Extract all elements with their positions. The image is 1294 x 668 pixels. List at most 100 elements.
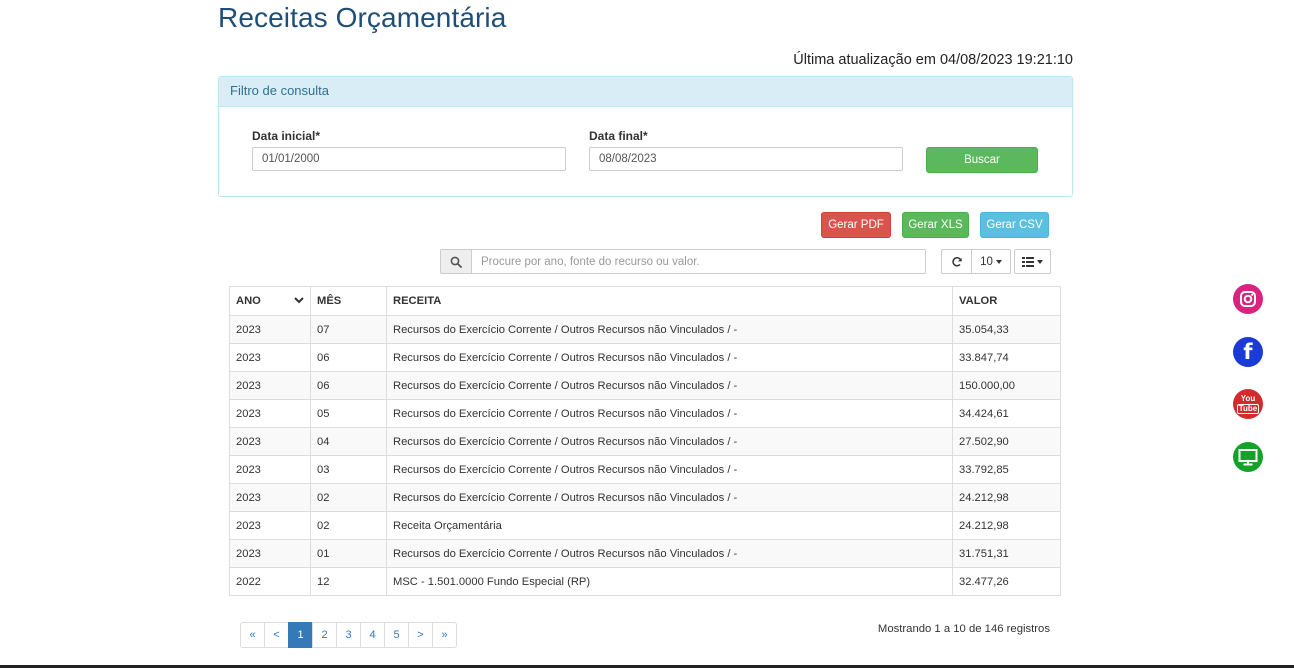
cell-ano: 2023 — [229, 539, 311, 568]
start-date-input[interactable] — [252, 147, 566, 171]
end-date-input[interactable] — [589, 147, 903, 171]
cell-receita: Recursos do Exercício Corrente / Outros … — [386, 539, 953, 568]
pagination-page-3[interactable]: 3 — [336, 622, 361, 648]
table-row: 2023 06 Recursos do Exercício Corrente / O… — [229, 371, 1061, 400]
cell-valor: 150.000,00 — [952, 371, 1061, 400]
column-header-valor[interactable]: VALOR — [952, 286, 1061, 316]
caret-down-icon — [995, 259, 1002, 264]
cell-ano: 2023 — [229, 483, 311, 512]
end-date-label: Data final* — [589, 129, 648, 143]
table-row: 2023 05 Recursos do Exercício Corrente / O… — [229, 399, 1061, 428]
youtube-icon: You Tube — [1236, 393, 1260, 414]
cell-valor: 24.212,98 — [952, 511, 1061, 540]
cell-receita: Receita Orçamentária — [386, 511, 953, 540]
table-row: 2023 04 Recursos do Exercício Corrente / O… — [229, 427, 1061, 456]
page-size-value: 10 — [980, 255, 993, 268]
cell-receita: Recursos do Exercício Corrente / Outros … — [386, 483, 953, 512]
cell-valor: 31.751,31 — [952, 539, 1061, 568]
cell-receita: Recursos do Exercício Corrente / Outros … — [386, 399, 953, 428]
export-pdf-button[interactable]: Gerar PDF — [821, 212, 891, 238]
cell-ano: 2023 — [229, 455, 311, 484]
cell-valor: 34.424,61 — [952, 399, 1061, 428]
cell-receita: Recursos do Exercício Corrente / Outros … — [386, 315, 953, 344]
pagination-last[interactable]: » — [432, 622, 457, 648]
instagram-link[interactable] — [1233, 284, 1263, 314]
cell-ano: 2023 — [229, 315, 311, 344]
cell-ano: 2022 — [229, 567, 311, 596]
cell-valor: 33.847,74 — [952, 343, 1061, 372]
cell-receita: Recursos do Exercício Corrente / Outros … — [386, 455, 953, 484]
cell-receita: Recursos do Exercício Corrente / Outros … — [386, 343, 953, 372]
search-button[interactable]: Buscar — [926, 147, 1038, 173]
table-row: 2022 12 MSC - 1.501.0000 Fundo Especial (R… — [229, 567, 1061, 596]
columns-list-icon — [1022, 256, 1034, 267]
filter-panel: Filtro de consulta Data inicial* Data fi… — [218, 76, 1073, 197]
pagination-page-1[interactable]: 1 — [288, 622, 313, 648]
table-row: 2023 03 Recursos do Exercício Corrente / O… — [229, 455, 1061, 484]
column-header-label: ANO — [236, 295, 261, 307]
table-search-group — [440, 249, 926, 274]
column-header-receita[interactable]: RECEITA — [386, 286, 953, 316]
youtube-icon-text-bottom: Tube — [1236, 403, 1260, 414]
pagination-prev[interactable]: < — [264, 622, 289, 648]
column-header-ano[interactable]: ANO — [229, 286, 311, 316]
cell-mes: 02 — [310, 511, 387, 540]
cell-mes: 07 — [310, 315, 387, 344]
table-row: 2023 07 Recursos do Exercício Corrente / O… — [229, 315, 1061, 344]
cell-mes: 06 — [310, 371, 387, 400]
cell-valor: 33.792,85 — [952, 455, 1061, 484]
cell-valor: 24.212,98 — [952, 483, 1061, 512]
table-row: 2023 02 Receita Orçamentária 24.212,98 — [229, 511, 1061, 540]
pagination: « < 1 2 3 4 5 > » — [240, 622, 457, 648]
pagination-page-5[interactable]: 5 — [384, 622, 409, 648]
table-row: 2023 02 Recursos do Exercício Corrente / O… — [229, 483, 1061, 512]
pagination-page-4[interactable]: 4 — [360, 622, 385, 648]
cell-receita: Recursos do Exercício Corrente / Outros … — [386, 371, 953, 400]
youtube-icon-text-top: You — [1240, 393, 1256, 403]
cell-ano: 2023 — [229, 511, 311, 540]
refresh-button[interactable] — [941, 249, 972, 274]
pagination-first[interactable]: « — [240, 622, 265, 648]
facebook-link[interactable]: f — [1233, 337, 1263, 367]
records-summary: Mostrando 1 a 10 de 146 registros — [877, 623, 1050, 635]
table-row: 2023 01 Recursos do Exercício Corrente / O… — [229, 539, 1061, 568]
pagination-page-2[interactable]: 2 — [312, 622, 337, 648]
cell-mes: 04 — [310, 427, 387, 456]
cell-valor: 35.054,33 — [952, 315, 1061, 344]
cell-valor: 27.502,90 — [952, 427, 1061, 456]
last-update-text: Última atualização em 04/08/2023 19:21:1… — [793, 52, 1073, 68]
caret-down-icon — [1037, 259, 1043, 264]
search-icon — [441, 250, 472, 273]
table-header-row: ANO MÊS RECEITA VALOR — [229, 286, 1061, 316]
chevron-down-icon — [294, 297, 304, 304]
page-size-dropdown[interactable]: 10 — [972, 249, 1011, 274]
table-toolbar: 10 — [941, 249, 1051, 274]
instagram-icon — [1240, 291, 1256, 307]
cell-ano: 2023 — [229, 399, 311, 428]
monitor-icon — [1238, 449, 1258, 466]
cell-receita: Recursos do Exercício Corrente / Outros … — [386, 427, 953, 456]
cell-mes: 06 — [310, 343, 387, 372]
youtube-link[interactable]: You Tube — [1233, 389, 1263, 419]
cell-ano: 2023 — [229, 371, 311, 400]
export-csv-button[interactable]: Gerar CSV — [980, 212, 1049, 238]
cell-mes: 01 — [310, 539, 387, 568]
monitor-link[interactable] — [1233, 442, 1263, 472]
cell-mes: 12 — [310, 567, 387, 596]
cell-valor: 32.477,26 — [952, 567, 1061, 596]
filter-panel-heading: Filtro de consulta — [219, 77, 1072, 107]
cell-mes: 05 — [310, 399, 387, 428]
export-xls-button[interactable]: Gerar XLS — [902, 212, 969, 238]
start-date-label: Data inicial* — [252, 129, 321, 143]
facebook-icon: f — [1243, 340, 1253, 364]
cell-ano: 2023 — [229, 343, 311, 372]
page-title: Receitas Orçamentária — [218, 2, 507, 33]
column-header-mes[interactable]: MÊS — [310, 286, 387, 316]
table-row: 2023 06 Recursos do Exercício Corrente / O… — [229, 343, 1061, 372]
cell-mes: 02 — [310, 483, 387, 512]
columns-dropdown[interactable] — [1014, 249, 1051, 274]
pagination-next[interactable]: > — [408, 622, 433, 648]
table-body: 2023 07 Recursos do Exercício Corrente / O… — [229, 315, 1061, 596]
cell-ano: 2023 — [229, 427, 311, 456]
table-search-input[interactable] — [472, 250, 925, 273]
